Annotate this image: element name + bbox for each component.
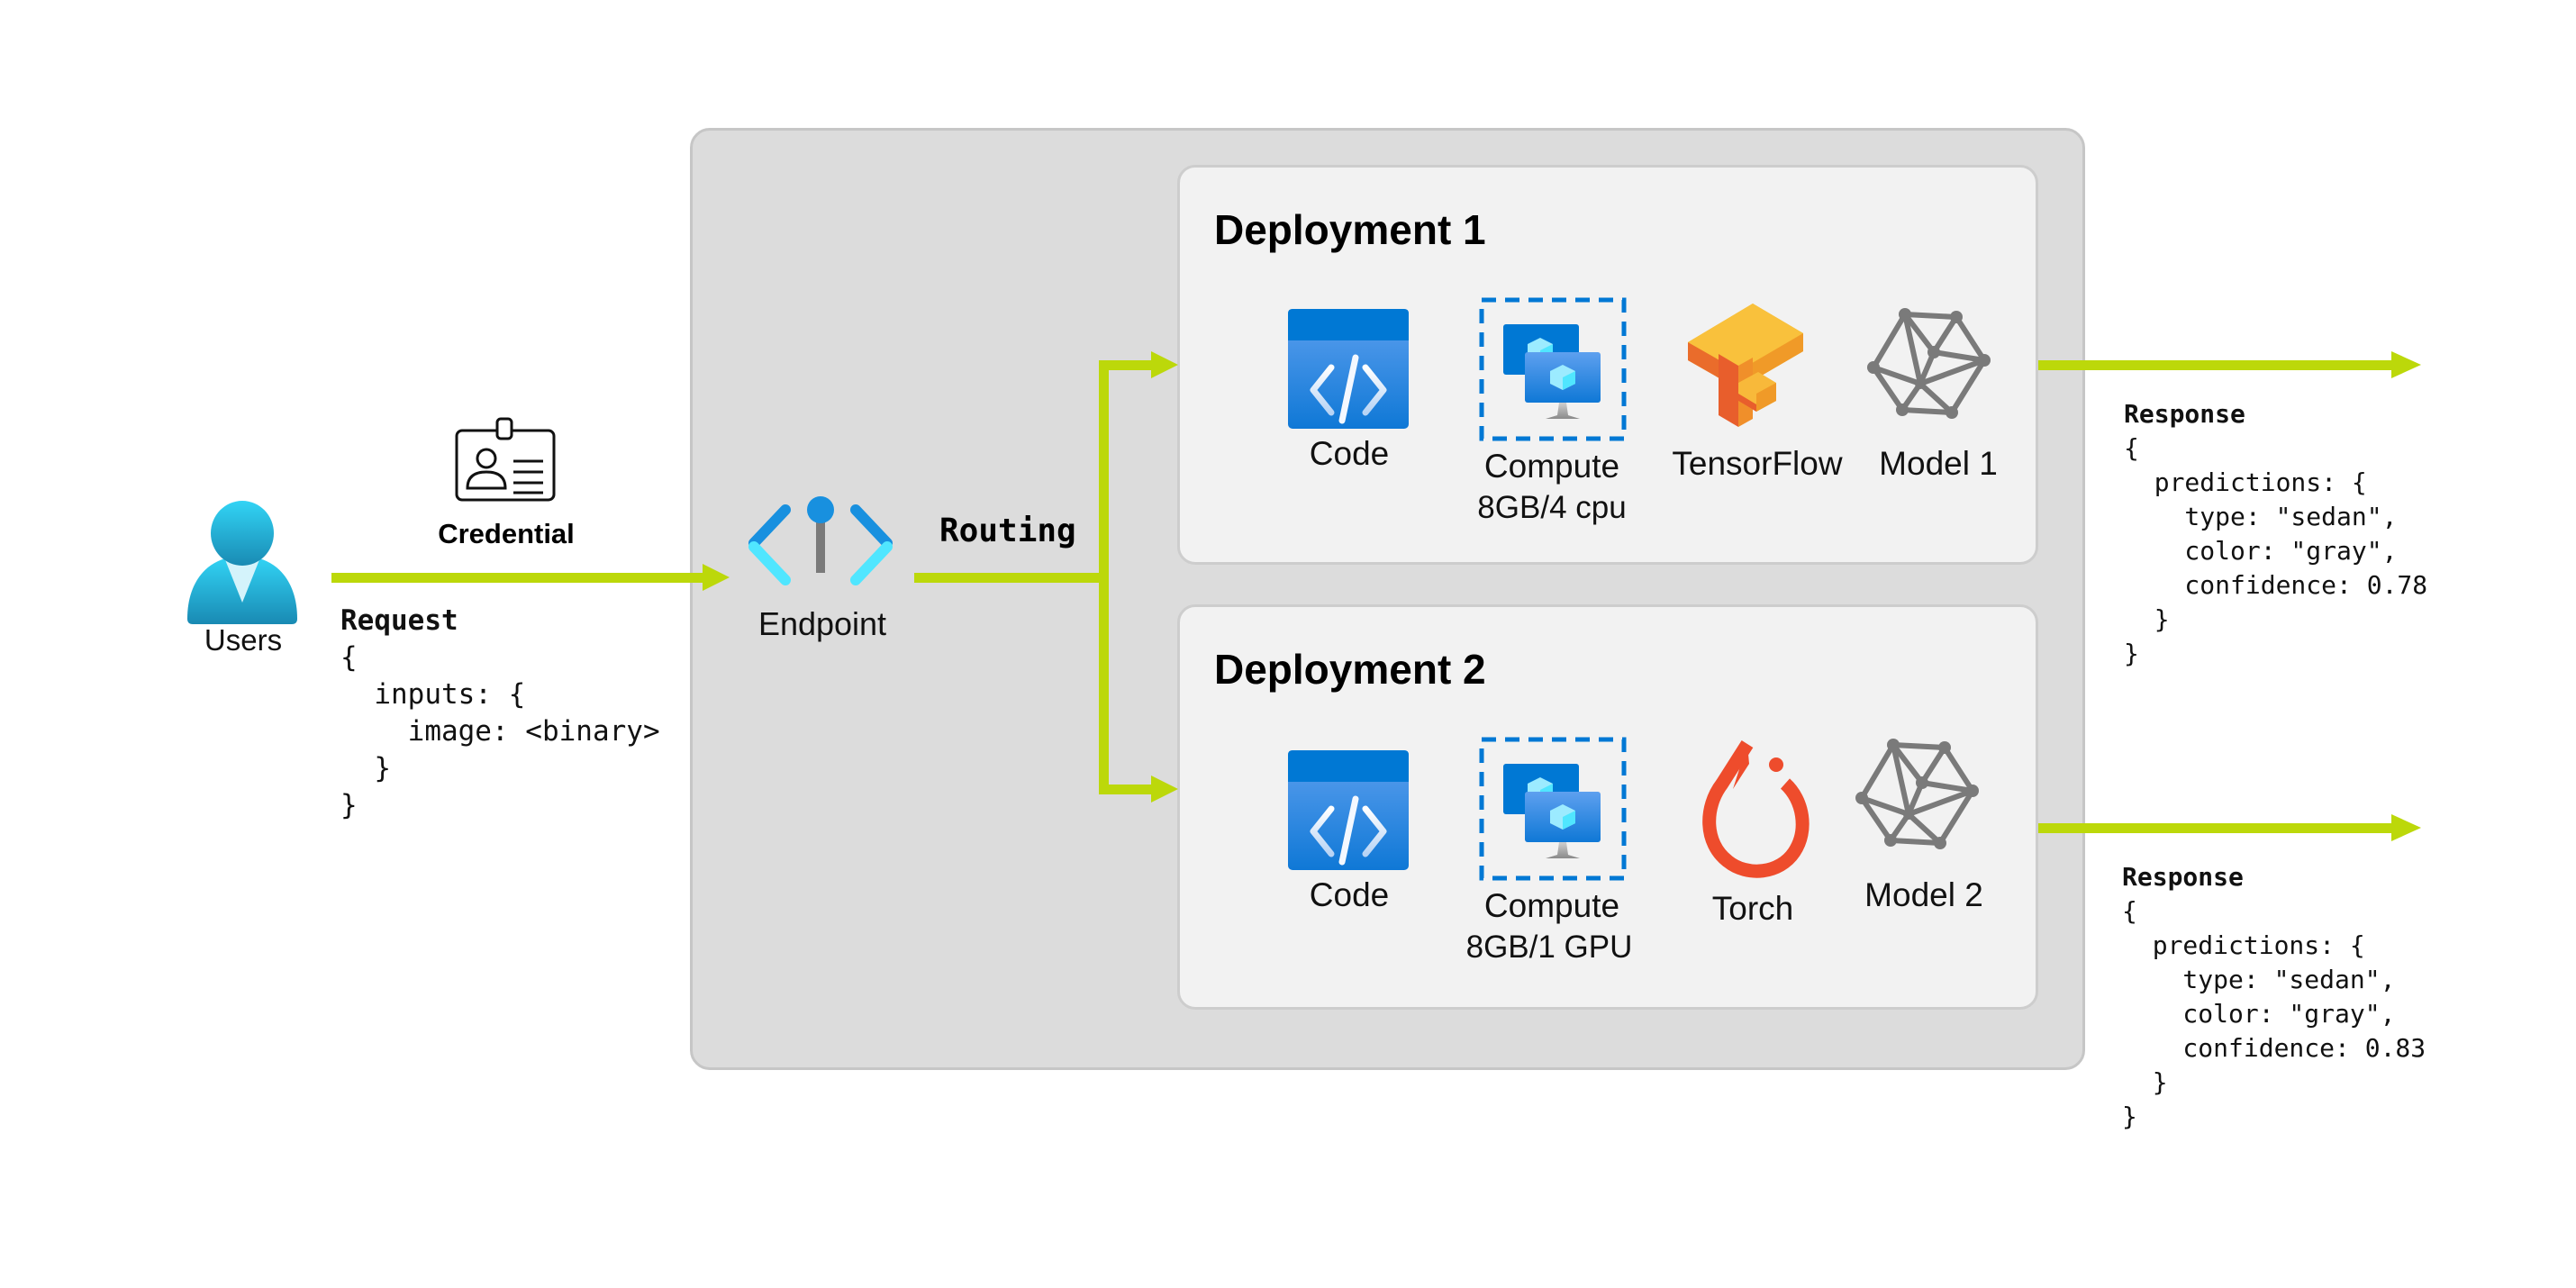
- endpoint-icon: [748, 496, 893, 585]
- deployment-2-title: Deployment 2: [1214, 646, 1486, 693]
- compute-spec-label: 8GB/4 cpu: [1477, 490, 1627, 525]
- tensorflow-label: TensorFlow: [1672, 445, 1843, 482]
- response-line: color: "gray",: [2122, 999, 2396, 1029]
- response-line: predictions: {: [2122, 930, 2365, 960]
- users-label: Users: [204, 623, 283, 657]
- response-line: confidence: 0.78: [2124, 570, 2428, 600]
- response-line: type: "sedan",: [2122, 965, 2396, 994]
- code-icon: [1288, 750, 1409, 870]
- id-badge-icon: [455, 417, 556, 502]
- request-line: {: [340, 641, 358, 674]
- request-line: }: [340, 752, 391, 785]
- diagram-canvas: Users Credential Request { inputs: { ima…: [0, 0, 2576, 1288]
- response-line: }: [2124, 604, 2170, 634]
- response-1-arrow: [2038, 351, 2421, 378]
- pytorch-icon: [1702, 739, 1810, 878]
- response-line: }: [2124, 639, 2139, 668]
- routing-arrow: [914, 351, 1178, 803]
- response-line: }: [2122, 1102, 2137, 1131]
- arrows-layer: [331, 351, 2421, 841]
- response-line: confidence: 0.83: [2122, 1033, 2426, 1063]
- compute-icon: [1479, 737, 1627, 881]
- response-line: predictions: {: [2124, 467, 2367, 497]
- torch-label: Torch: [1711, 890, 1794, 927]
- request-line: }: [340, 789, 358, 821]
- response-line: {: [2124, 433, 2139, 463]
- response-2-title: Response: [2122, 862, 2244, 892]
- model-label: Model 1: [1879, 445, 1998, 482]
- tensorflow-icon: [1688, 304, 1803, 427]
- compute-spec-label: 8GB/1 GPU: [1465, 930, 1633, 965]
- compute-label: Compute: [1483, 448, 1620, 485]
- response-line: color: "gray",: [2124, 536, 2398, 566]
- code-label: Code: [1309, 876, 1390, 913]
- response-1-title: Response: [2124, 399, 2245, 429]
- user-icon: [187, 501, 297, 624]
- response-line: }: [2122, 1067, 2168, 1097]
- model-label: Model 2: [1864, 876, 1983, 913]
- request-arrow: [331, 564, 730, 591]
- model-mesh-icon: [1867, 308, 1991, 419]
- endpoint-label: Endpoint: [757, 605, 887, 642]
- code-icon: [1288, 309, 1409, 429]
- deployment-1-title: Deployment 1: [1214, 206, 1486, 253]
- request-line: inputs: {: [340, 678, 526, 711]
- credential-label: Credential: [438, 518, 575, 549]
- code-label: Code: [1309, 435, 1390, 472]
- request-title: Request: [340, 604, 458, 637]
- response-line: {: [2122, 896, 2137, 926]
- model-mesh-icon: [1855, 739, 1979, 849]
- compute-icon: [1479, 297, 1627, 441]
- routing-label: Routing: [939, 512, 1076, 549]
- response-2-arrow: [2038, 814, 2421, 841]
- request-line: image: <binary>: [340, 715, 660, 748]
- compute-label: Compute: [1483, 887, 1620, 924]
- response-line: type: "sedan",: [2124, 502, 2398, 531]
